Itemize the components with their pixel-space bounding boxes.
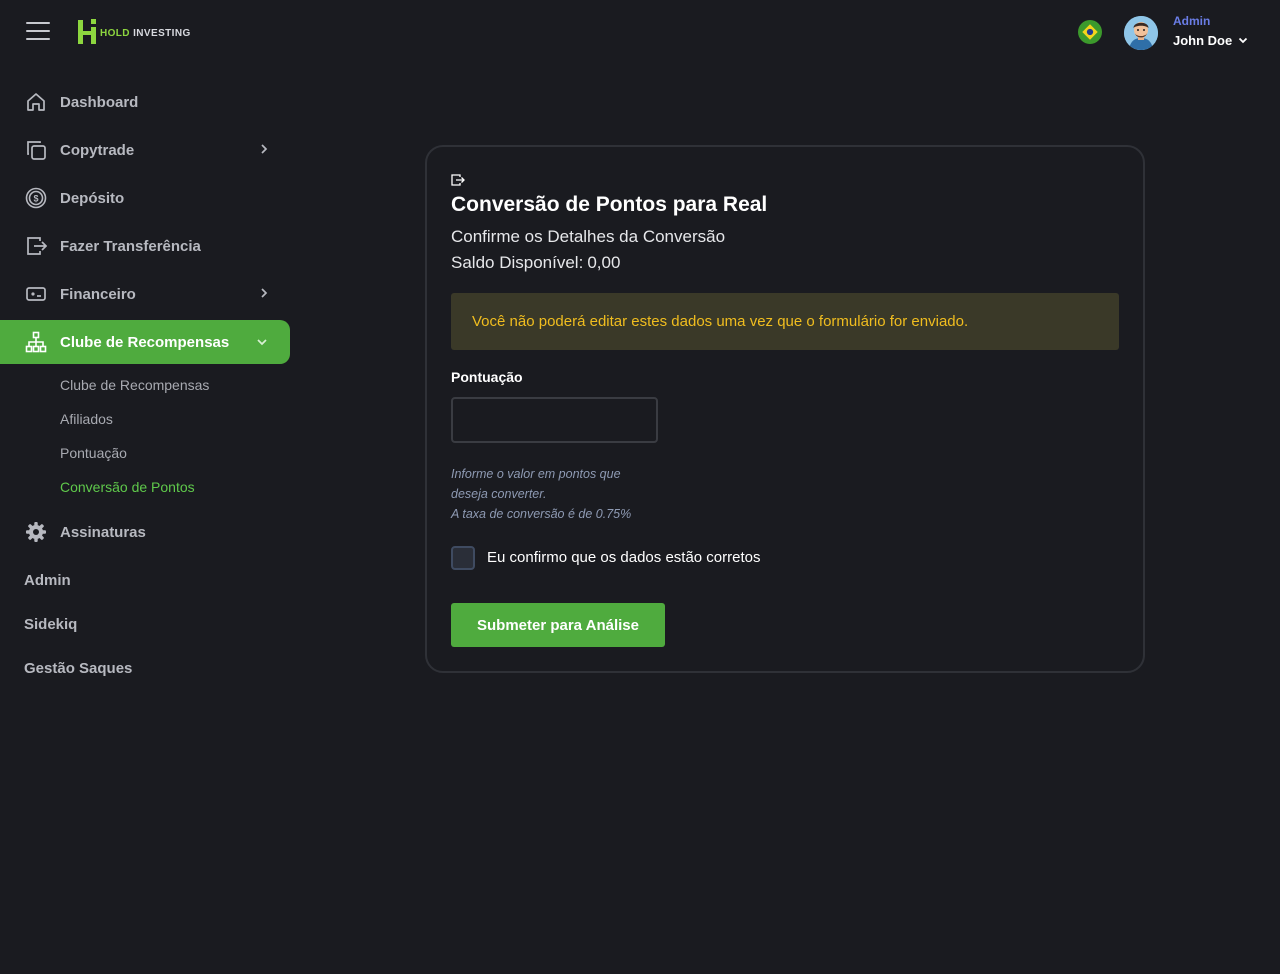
- sidebar-item-dashboard[interactable]: Dashboard: [0, 80, 290, 124]
- brazil-flag-icon[interactable]: [1078, 20, 1102, 44]
- transfer-icon: [451, 174, 465, 186]
- svg-text:$: $: [33, 194, 38, 204]
- sidebar-item-copytrade[interactable]: Copytrade: [0, 128, 290, 172]
- sidebar-item-label: Fazer Transferência: [60, 237, 201, 255]
- submenu-clube-recompensas: Clube de Recompensas Afiliados Pontuação…: [0, 368, 290, 504]
- conversion-form-card: Conversão de Pontos para Real Confirme o…: [425, 145, 1145, 673]
- submenu-item-clube[interactable]: Clube de Recompensas: [60, 368, 290, 402]
- sidebar-item-label: Financeiro: [60, 285, 136, 303]
- available-balance: Saldo Disponível: 0,00: [451, 253, 620, 273]
- gear-icon: [24, 520, 48, 544]
- sidebar-item-transferencia[interactable]: Fazer Transferência: [0, 224, 290, 268]
- warning-alert: Você não poderá editar estes dados uma v…: [451, 293, 1119, 350]
- submenu-item-conversao[interactable]: Conversão de Pontos: [60, 470, 290, 504]
- copy-icon: [24, 138, 48, 162]
- brand-logo[interactable]: HOLD INVESTING: [77, 18, 191, 46]
- home-icon: [24, 90, 48, 114]
- chevron-down-icon: [1239, 37, 1248, 44]
- submit-button[interactable]: Submeter para Análise: [451, 603, 665, 647]
- page-subtitle: Confirme os Detalhes da Conversão: [451, 227, 726, 246]
- brand-name-part2: INVESTING: [133, 27, 191, 39]
- transfer-icon: [24, 234, 48, 258]
- hint-line: deseja converter.: [451, 487, 547, 501]
- submenu-item-pontuacao[interactable]: Pontuação: [60, 436, 290, 470]
- points-hint: Informe o valor em pontos que deseja con…: [451, 464, 631, 524]
- logo-mark-icon: [78, 19, 96, 44]
- confirm-checkbox[interactable]: [451, 546, 475, 570]
- sidebar-item-sidekiq[interactable]: Sidekiq: [0, 602, 290, 646]
- dollar-coin-icon: $: [24, 186, 48, 210]
- sidebar-item-label: Copytrade: [60, 141, 135, 159]
- submenu-item-afiliados[interactable]: Afiliados: [60, 402, 290, 436]
- sidebar-item-deposito[interactable]: $ Depósito: [0, 176, 290, 220]
- brand-name: HOLD INVESTING: [100, 28, 191, 39]
- points-field-label: Pontuação: [451, 369, 523, 385]
- confirm-checkbox-label[interactable]: Eu confirmo que os dados estão corretos: [487, 549, 761, 566]
- hint-line: A taxa de conversão é de 0.75%: [451, 507, 632, 521]
- sidebar-item-clube-recompensas[interactable]: Clube de Recompensas: [0, 320, 290, 364]
- avatar[interactable]: [1124, 16, 1158, 50]
- sidebar-item-assinaturas[interactable]: Assinaturas: [0, 510, 290, 554]
- user-menu[interactable]: John Doe: [1173, 33, 1248, 48]
- brand-name-part1: HOLD: [100, 27, 130, 39]
- sidebar: Dashboard Copytrade $ Depósito Fazer Tra…: [0, 80, 290, 690]
- user-role: Admin: [1173, 14, 1211, 28]
- chevron-down-icon: [257, 339, 267, 346]
- balance-label: Saldo Disponível:: [451, 253, 584, 272]
- user-name: John Doe: [1173, 33, 1233, 48]
- top-bar: HOLD INVESTING Admin John Doe: [0, 0, 1280, 66]
- cash-icon: [24, 282, 48, 306]
- hierarchy-icon: [24, 330, 48, 354]
- page-title: Conversão de Pontos para Real: [451, 193, 768, 216]
- chevron-right-icon: [261, 288, 268, 298]
- sidebar-item-financeiro[interactable]: Financeiro: [0, 272, 290, 316]
- sidebar-item-gestao-saques[interactable]: Gestão Saques: [0, 646, 290, 690]
- chevron-right-icon: [261, 144, 268, 154]
- sidebar-item-label: Dashboard: [60, 93, 139, 111]
- sidebar-item-label: Assinaturas: [60, 523, 146, 541]
- points-input[interactable]: [451, 397, 658, 443]
- balance-value: 0,00: [587, 253, 621, 272]
- hint-line: Informe o valor em pontos que: [451, 467, 621, 481]
- menu-icon[interactable]: [26, 22, 50, 42]
- sidebar-item-label: Clube de Recompensas: [60, 333, 230, 351]
- sidebar-item-label: Depósito: [60, 189, 125, 207]
- sidebar-item-admin[interactable]: Admin: [0, 558, 290, 602]
